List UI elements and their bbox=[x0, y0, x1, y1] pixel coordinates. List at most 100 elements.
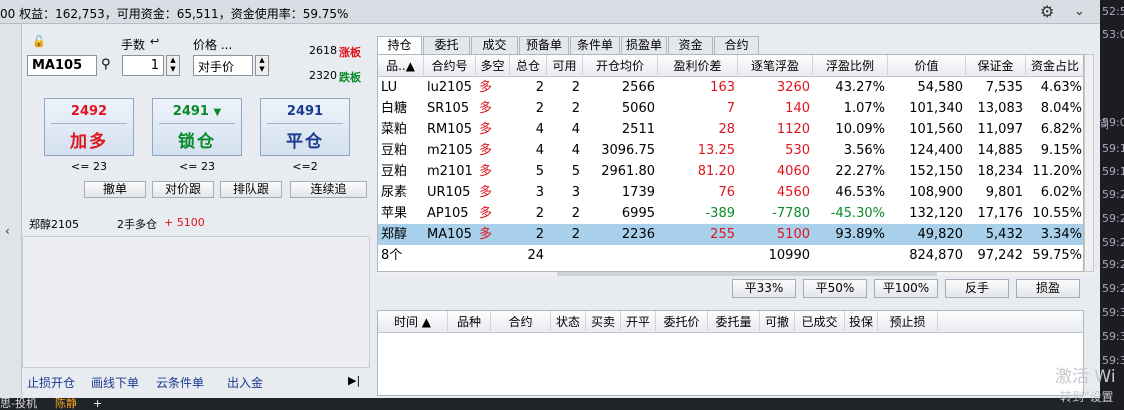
tab-positions[interactable]: 持仓 bbox=[377, 36, 422, 55]
table-cell: 尿素 bbox=[381, 185, 408, 200]
column-header[interactable]: 价值 bbox=[888, 55, 966, 77]
table-cell: 97,242 bbox=[977, 248, 1024, 263]
column-header[interactable]: 合约号 bbox=[424, 55, 476, 77]
column-header[interactable]: 多空 bbox=[476, 55, 510, 77]
table-cell: 2 bbox=[571, 227, 580, 242]
tab-contracts[interactable]: 合约 bbox=[714, 36, 759, 54]
table-row[interactable]: 豆粕 m2101 多 5 5 2961.80 81.20 4060 22.27% 152,150 1… bbox=[378, 161, 1083, 182]
quantity-stepper[interactable]: 1 bbox=[122, 55, 164, 76]
column-header[interactable]: 买卖 bbox=[586, 311, 621, 333]
follow-queue-button[interactable]: 排队跟 bbox=[220, 181, 282, 198]
column-header[interactable]: 品..▲ bbox=[378, 55, 424, 77]
price-spinner[interactable]: ▲ ▼ bbox=[255, 55, 269, 76]
tab-stop-profit[interactable]: 损盈单 bbox=[621, 36, 667, 54]
gear-icon[interactable]: ⚙ bbox=[1040, 2, 1054, 21]
lock-icon[interactable]: 🔓 bbox=[32, 35, 46, 48]
table-row[interactable]: LU lu2105 多 2 2 2566 163 3260 43.27% 54,580 7,535 4… bbox=[378, 77, 1083, 98]
table-cell: 1120 bbox=[776, 122, 810, 137]
price-mode-select[interactable]: 对手价 bbox=[193, 55, 253, 76]
column-header[interactable]: 保证金 bbox=[966, 55, 1026, 77]
table-total-row: 8个 24 10990 824,870 97,242 59.75% bbox=[378, 245, 1083, 266]
positions-scrollbar[interactable] bbox=[1084, 54, 1094, 272]
cloud-condition-link[interactable]: 云条件单 bbox=[156, 374, 204, 391]
table-cell: 5,432 bbox=[985, 227, 1023, 242]
column-header[interactable]: 浮盈比例 bbox=[813, 55, 888, 77]
table-row[interactable]: 白糖 SR105 多 2 2 5060 7 140 1.07% 101,340 13,083 8.04… bbox=[378, 98, 1083, 119]
column-header[interactable]: 可撤 bbox=[760, 311, 795, 333]
positions-hscrollbar[interactable] bbox=[377, 272, 1094, 276]
table-cell: 22.27% bbox=[835, 164, 885, 179]
table-cell: 多 bbox=[479, 122, 493, 137]
table-cell: 14,885 bbox=[977, 143, 1024, 158]
column-header[interactable]: 委托量 bbox=[708, 311, 760, 333]
status-user[interactable]: 陈静 bbox=[55, 398, 77, 410]
column-header[interactable]: 总仓 bbox=[510, 55, 547, 77]
column-header[interactable]: 可用 bbox=[547, 55, 583, 77]
close-50-button[interactable]: 平50% bbox=[803, 279, 867, 298]
add-tab-icon[interactable]: + bbox=[93, 398, 102, 410]
deposit-withdraw-link[interactable]: 出入金 bbox=[227, 374, 263, 391]
stop-profit-button[interactable]: 损盈 bbox=[1016, 279, 1080, 298]
table-cell: -45.30% bbox=[830, 206, 885, 221]
close-33-button[interactable]: 平33% bbox=[732, 279, 796, 298]
column-header[interactable]: 已成交 bbox=[795, 311, 845, 333]
table-cell: 140 bbox=[785, 101, 810, 116]
table-cell: 2 bbox=[535, 80, 544, 95]
undo-icon[interactable]: ↩ bbox=[150, 35, 159, 48]
column-header[interactable]: 投保 bbox=[845, 311, 878, 333]
table-row[interactable]: 尿素 UR105 多 3 3 1739 76 4560 46.53% 108,900 9,801 6.… bbox=[378, 182, 1083, 203]
stop-loss-open-link[interactable]: 止损开仓 bbox=[27, 374, 75, 391]
position-pnl: + 5100 bbox=[164, 216, 205, 229]
column-header[interactable]: 合约 bbox=[491, 311, 551, 333]
close-position-button[interactable]: 2491 平仓 bbox=[260, 98, 350, 156]
follow-opposite-button[interactable]: 对价跟 bbox=[152, 181, 214, 198]
chevron-down-icon[interactable]: ⌄ bbox=[1074, 4, 1085, 19]
table-cell: 2566 bbox=[621, 80, 655, 95]
tab-prepared[interactable]: 预备单 bbox=[519, 36, 569, 54]
continuous-chase-button[interactable]: 连续追 bbox=[290, 181, 367, 198]
close-100-button[interactable]: 平100% bbox=[874, 279, 938, 298]
column-header[interactable]: 逐笔浮盈 bbox=[738, 55, 813, 77]
collapse-arrow-icon[interactable]: ‹ bbox=[5, 224, 10, 238]
search-icon[interactable]: ⚲ bbox=[101, 57, 111, 72]
column-header[interactable]: 开仓均价 bbox=[583, 55, 658, 77]
table-cell: MA105 bbox=[427, 227, 472, 242]
quantity-spinner[interactable]: ▲ ▼ bbox=[166, 55, 180, 76]
column-header[interactable]: 资金占比 bbox=[1026, 55, 1083, 77]
table-cell: UR105 bbox=[427, 185, 471, 200]
column-header[interactable]: 品种 bbox=[448, 311, 491, 333]
table-row[interactable]: 菜粕 RM105 多 4 4 2511 28 1120 10.09% 101,560 11,097 6… bbox=[378, 119, 1083, 140]
table-cell: 4 bbox=[571, 143, 580, 158]
table-cell: 81.20 bbox=[697, 164, 735, 179]
table-row[interactable]: 郑醇 MA105 多 2 2 2236 255 5100 93.89% 49,820 5,432 3.… bbox=[378, 224, 1083, 245]
draw-line-order-link[interactable]: 画线下单 bbox=[91, 374, 139, 391]
contract-input[interactable]: MA105 bbox=[27, 55, 97, 76]
table-cell: RM105 bbox=[427, 122, 473, 137]
column-header[interactable]: 开平 bbox=[621, 311, 656, 333]
positions-header: 品..▲ 合约号 多空 总仓 可用 开仓均价 盈利价差 逐笔浮盈 浮盈比例 价值 保证金 资金占比 bbox=[378, 55, 1083, 77]
table-row[interactable]: 苹果 AP105 多 2 2 6995 -389 -7780 -45.30% 132,120 17,… bbox=[378, 203, 1083, 224]
column-header[interactable]: 时间 ▲ bbox=[378, 311, 448, 333]
table-cell: 17,176 bbox=[977, 206, 1024, 221]
table-cell: 菜粕 bbox=[381, 122, 408, 137]
column-header[interactable]: 预止损 bbox=[878, 311, 938, 333]
table-cell: -389 bbox=[705, 206, 735, 221]
tab-funds[interactable]: 资金 bbox=[668, 36, 713, 54]
table-cell: -7780 bbox=[772, 206, 810, 221]
table-cell: 多 bbox=[479, 185, 493, 200]
reverse-button[interactable]: 反手 bbox=[945, 279, 1009, 298]
current-position-info: 郑醇2105 2手多仓 + 5100 bbox=[22, 212, 370, 236]
column-header[interactable]: 盈利价差 bbox=[658, 55, 738, 77]
left-info-panel bbox=[22, 236, 370, 368]
lock-position-button[interactable]: 2491 ▼ 锁仓 bbox=[152, 98, 242, 156]
cancel-order-button[interactable]: 撤单 bbox=[84, 181, 146, 198]
column-header[interactable]: 状态 bbox=[551, 311, 586, 333]
tab-conditional[interactable]: 条件单 bbox=[570, 36, 620, 54]
add-long-button[interactable]: 2492 加多 bbox=[44, 98, 134, 156]
table-row[interactable]: 豆粕 m2105 多 4 4 3096.75 13.25 530 3.56% 124,400 14,… bbox=[378, 140, 1083, 161]
tab-orders[interactable]: 委托 bbox=[423, 36, 470, 54]
expand-panel-icon[interactable]: ▶| bbox=[348, 374, 360, 387]
column-header[interactable]: 委托价 bbox=[656, 311, 708, 333]
table-cell: 2 bbox=[535, 206, 544, 221]
tab-trades[interactable]: 成交 bbox=[471, 36, 518, 54]
